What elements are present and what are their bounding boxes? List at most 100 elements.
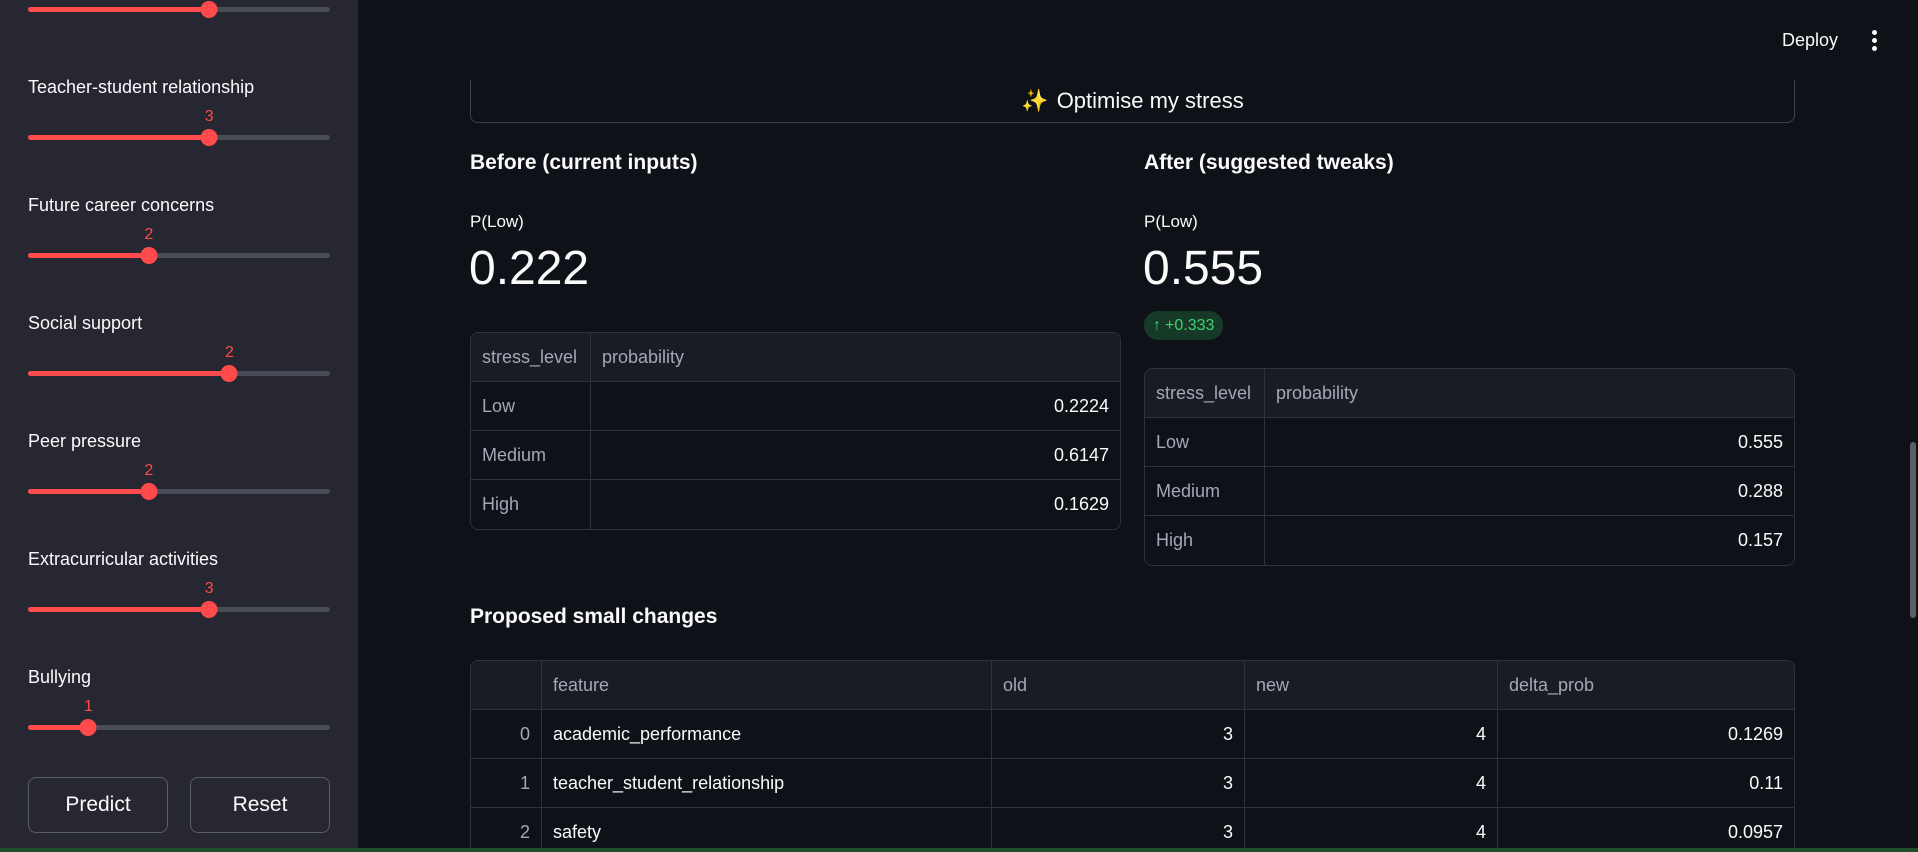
table-cell: 0.6147	[591, 431, 1120, 480]
column-header[interactable]: old	[992, 661, 1245, 710]
after-title: After (suggested tweaks)	[1144, 151, 1394, 174]
app-root: 3 Teacher-student relationship 3 Future car…	[0, 0, 1918, 852]
slider-fill	[28, 489, 149, 494]
table-row[interactable]: High 0.157	[1145, 516, 1794, 565]
slider-label: Social support	[28, 313, 143, 333]
slider[interactable]: 2	[28, 462, 330, 506]
reset-button[interactable]: Reset	[190, 777, 330, 833]
table-row[interactable]: Medium 0.288	[1145, 467, 1794, 516]
slider-fill	[28, 607, 210, 612]
slider[interactable]: 3	[28, 108, 330, 152]
after-metric-label: P(Low)	[1144, 212, 1198, 231]
column-header[interactable]: stress_level	[1145, 369, 1265, 418]
slider-fill	[28, 7, 210, 12]
slider-block: Peer pressure 2	[28, 431, 330, 506]
delta-badge: ↑ +0.333	[1144, 311, 1224, 340]
slider-track[interactable]	[28, 129, 330, 146]
slider[interactable]: 2	[28, 226, 330, 270]
slider-thumb[interactable]	[79, 719, 97, 736]
column-header[interactable]: probability	[1265, 369, 1794, 418]
slider[interactable]: 3	[28, 580, 330, 624]
slider-thumb[interactable]	[200, 1, 218, 18]
predict-button[interactable]: Predict	[28, 777, 168, 833]
slider-label: Teacher-student relationship	[28, 77, 255, 97]
slider-value: 2	[144, 462, 154, 479]
slider-label: Peer pressure	[28, 431, 142, 451]
slider-block: Social support 2	[28, 313, 330, 388]
column-header[interactable]: delta_prob	[1498, 661, 1794, 710]
slider-block: Extracurricular activities 3	[28, 549, 330, 624]
slider-value: 2	[144, 226, 154, 243]
slider-value: 3	[204, 108, 214, 125]
slider-block: Teacher-student relationship 3	[28, 77, 330, 152]
after-metric-value: 0.555	[1143, 242, 1264, 295]
table-row[interactable]: 0 academic_performance 3 4 0.1269	[471, 710, 1794, 759]
before-title: Before (current inputs)	[470, 151, 698, 174]
table-row[interactable]: Low 0.2224	[471, 382, 1120, 431]
optimise-button[interactable]: ✨ Optimise my stress	[470, 80, 1795, 123]
slider-track[interactable]	[28, 1, 330, 18]
slider[interactable]: 2	[28, 344, 330, 388]
before-table[interactable]: stress_level probability Low 0.2224 Medi…	[470, 332, 1121, 530]
table-cell: teacher_student_relationship	[542, 759, 992, 808]
changes-table[interactable]: feature old new delta_prob 0 academic_pe…	[470, 660, 1795, 852]
slider-block: Future career concerns 2	[28, 195, 330, 270]
table-cell: 3	[992, 759, 1245, 808]
slider-value: 2	[224, 344, 234, 361]
table-cell: Medium	[1145, 467, 1265, 516]
delta-value: +0.333	[1165, 316, 1215, 334]
sidebar: 3 Teacher-student relationship 3 Future car…	[0, 0, 358, 852]
deploy-button[interactable]: Deploy	[1782, 30, 1838, 51]
optimise-label: Optimise my stress	[1056, 88, 1244, 113]
slider-track[interactable]	[28, 365, 330, 382]
table-cell: Low	[471, 382, 591, 431]
kebab-menu-icon[interactable]	[1870, 30, 1878, 52]
table-cell: High	[471, 480, 591, 529]
slider-thumb[interactable]	[200, 601, 218, 618]
table-cell: safety	[542, 808, 992, 852]
slider-track[interactable]	[28, 483, 330, 500]
slider-thumb[interactable]	[140, 483, 158, 500]
table-cell: 3	[992, 710, 1245, 759]
table-cell: High	[1145, 516, 1265, 565]
slider-track[interactable]	[28, 601, 330, 618]
slider-value: 1	[83, 698, 93, 715]
slider-thumb[interactable]	[220, 365, 238, 382]
table-cell: 0.555	[1265, 418, 1794, 467]
slider-track[interactable]	[28, 247, 330, 264]
table-cell: Low	[1145, 418, 1265, 467]
table-cell: 4	[1245, 808, 1498, 852]
table-row[interactable]: Low 0.555	[1145, 418, 1794, 467]
slider-thumb[interactable]	[200, 129, 218, 146]
table-cell: 0.2224	[591, 382, 1120, 431]
slider-fill	[28, 371, 230, 376]
table-cell: academic_performance	[542, 710, 992, 759]
table-row[interactable]: Medium 0.6147	[471, 431, 1120, 480]
index-header[interactable]	[471, 661, 542, 710]
slider-block: 3	[28, 0, 330, 24]
slider[interactable]: 3	[28, 0, 330, 24]
bottom-divider	[0, 848, 1918, 852]
table-cell: 3	[992, 808, 1245, 852]
sparkles-icon: ✨	[1021, 88, 1049, 113]
row-index: 2	[471, 808, 542, 852]
column-header[interactable]: probability	[591, 333, 1120, 382]
table-row[interactable]: 1 teacher_student_relationship 3 4 0.11	[471, 759, 1794, 808]
page-scrollbar[interactable]	[1910, 442, 1916, 618]
slider-track[interactable]	[28, 719, 330, 736]
slider[interactable]: 1	[28, 698, 330, 742]
after-table[interactable]: stress_level probability Low 0.555 Mediu…	[1144, 368, 1795, 566]
column-header[interactable]: feature	[542, 661, 992, 710]
before-metric-value: 0.222	[469, 242, 590, 295]
table-cell: 0.1269	[1498, 710, 1794, 759]
slider-label: Extracurricular activities	[28, 549, 219, 569]
row-index: 1	[471, 759, 542, 808]
changes-title: Proposed small changes	[470, 605, 718, 628]
slider-label: Bullying	[28, 667, 92, 687]
column-header[interactable]: new	[1245, 661, 1498, 710]
before-metric-label: P(Low)	[470, 212, 524, 231]
column-header[interactable]: stress_level	[471, 333, 591, 382]
table-row[interactable]: 2 safety 3 4 0.0957	[471, 808, 1794, 852]
slider-thumb[interactable]	[140, 247, 158, 264]
table-row[interactable]: High 0.1629	[471, 480, 1120, 529]
